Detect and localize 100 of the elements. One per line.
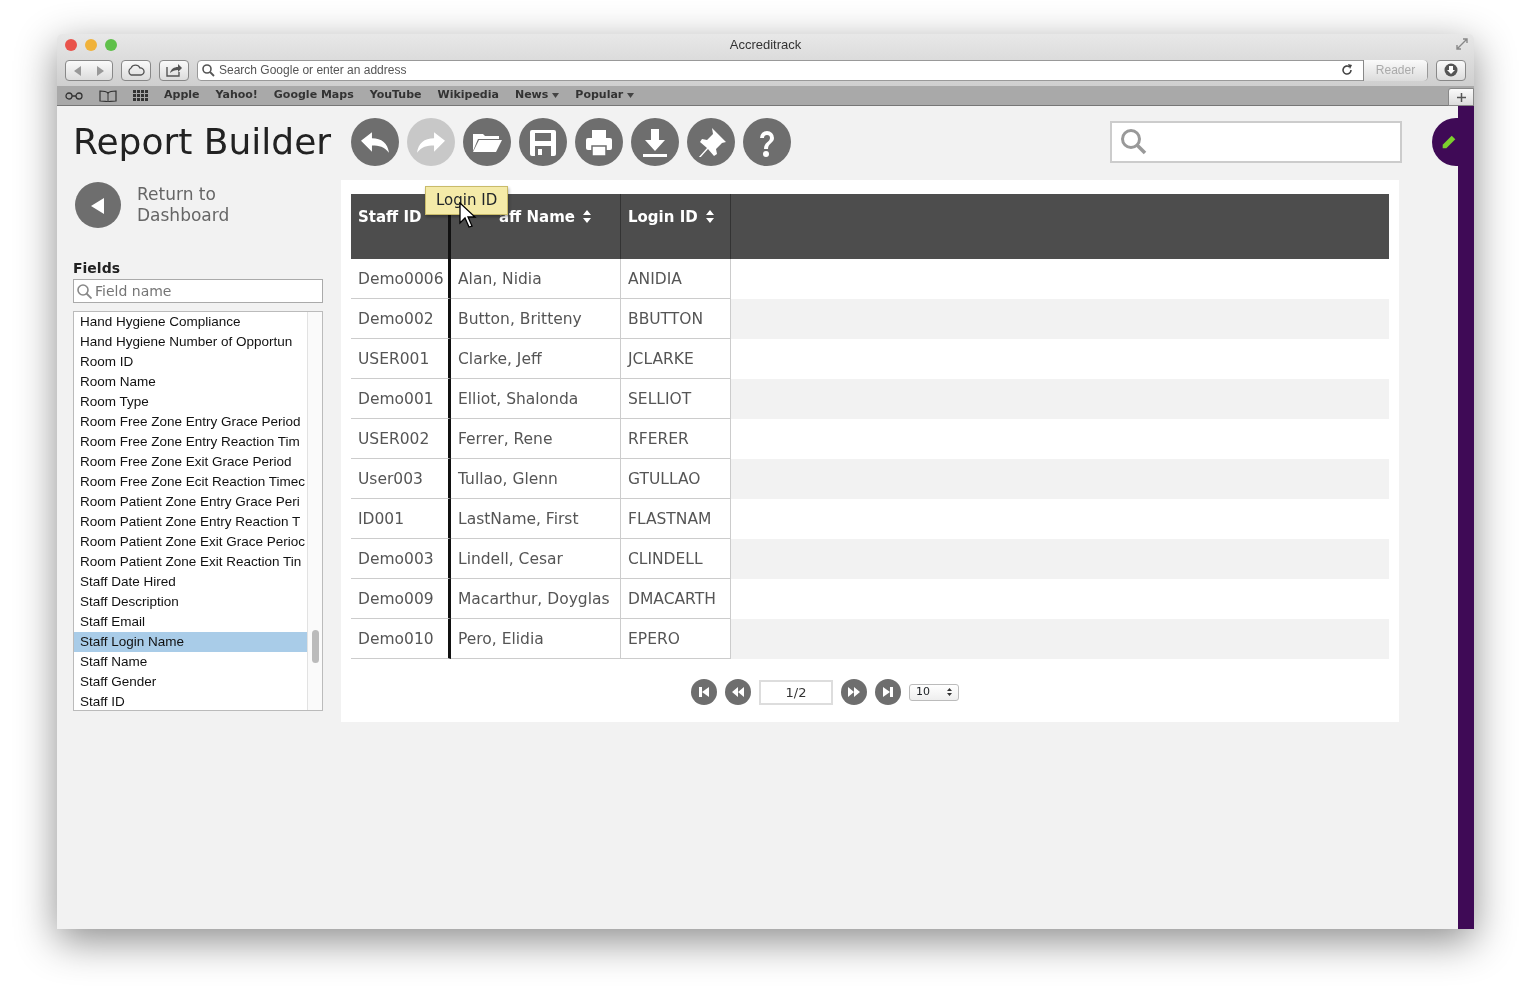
caret-icon [552, 93, 560, 98]
previous-page-button[interactable] [725, 679, 751, 705]
last-page-button[interactable] [875, 679, 901, 705]
fast-forward-icon [847, 685, 861, 699]
field-list-item[interactable]: Staff Name [74, 652, 307, 672]
undo-icon [361, 131, 390, 153]
table-cell: CLINDELL [621, 539, 731, 579]
search-icon [77, 284, 92, 299]
cloud-icon [126, 64, 146, 76]
bookmark-menu[interactable]: News [514, 87, 560, 104]
field-list-item[interactable]: Room Patient Zone Entry Grace Peri [74, 492, 307, 512]
table-cell: Demo001 [351, 379, 451, 419]
table-cell: Elliot, Shalonda [451, 379, 621, 419]
print-button[interactable] [575, 118, 624, 166]
table-cell: User003 [351, 459, 451, 499]
new-tab-button[interactable] [1448, 88, 1474, 106]
field-list-item[interactable]: Room Free Zone Exit Grace Period [74, 452, 307, 472]
left-triangle-icon [90, 196, 106, 215]
field-list-item[interactable]: Room Type [74, 392, 307, 412]
field-list-item[interactable]: Hand Hygiene Number of Opportun [74, 332, 307, 352]
table-cell: Lindell, Cesar [451, 539, 621, 579]
page-field[interactable]: 1/2 [759, 679, 833, 705]
last-page-icon [881, 685, 895, 699]
back-button[interactable] [75, 182, 121, 228]
field-list-item[interactable]: Room Patient Zone Entry Reaction T [74, 512, 307, 532]
bookmark-link[interactable]: YouTube [369, 87, 422, 104]
bookmark-link[interactable]: Apple [164, 87, 200, 104]
field-list-item[interactable]: Staff Email [74, 612, 307, 632]
field-list-item[interactable]: Staff Description [74, 592, 307, 612]
open-button[interactable] [463, 118, 512, 166]
table-cell: LastName, First [451, 499, 621, 539]
downloads-button[interactable] [1436, 59, 1466, 81]
field-list-item[interactable]: Room Free Zone Entry Reaction Tim [74, 432, 307, 452]
download-button[interactable] [631, 118, 680, 166]
page-title: Report Builder [73, 124, 332, 160]
window-control-button[interactable] [65, 39, 77, 51]
first-page-button[interactable] [691, 679, 717, 705]
window-title: Accreditrack [729, 36, 802, 55]
help-button[interactable] [743, 118, 792, 166]
table-cell: Demo003 [351, 539, 451, 579]
field-search[interactable]: Field name [73, 279, 323, 303]
bookmark-link[interactable]: Google Maps [273, 87, 354, 104]
field-list-item[interactable]: Room Patient Zone Exit Reaction Tin [74, 552, 307, 572]
table-cell: JCLARKE [621, 339, 731, 379]
search-field[interactable] [1110, 121, 1402, 163]
download-icon [1444, 63, 1458, 77]
return-link[interactable]: Return to Dashboard [137, 184, 237, 226]
table-cell: Demo009 [351, 579, 451, 619]
fullscreen-icon[interactable] [1456, 38, 1468, 50]
table-cell: ID001 [351, 499, 451, 539]
table-cell: RFERER [621, 419, 731, 459]
edit-button[interactable] [1432, 118, 1458, 166]
table-cell: Alan, Nidia [451, 259, 621, 299]
search-icon [1120, 128, 1148, 156]
address-placeholder: Search Google or enter an address [219, 62, 408, 79]
save-button[interactable] [519, 118, 568, 166]
field-list-item[interactable]: Room Free Zone Ecit Reaction Timec [74, 472, 307, 492]
field-list-item[interactable]: Hand Hygiene Compliance [74, 312, 307, 332]
table-cell: GTULLAO [621, 459, 731, 499]
pin-button[interactable] [687, 118, 736, 166]
address-field[interactable]: Search Google or enter an address Reader [197, 59, 1428, 81]
page-size-select[interactable]: 10 [909, 683, 959, 701]
share-button[interactable] [159, 59, 189, 81]
field-list-item[interactable]: Room Name [74, 372, 307, 392]
field-list-item[interactable]: Room Patient Zone Exit Grace Perioc [74, 532, 307, 552]
reload-icon[interactable] [1341, 64, 1353, 76]
table-cell: Demo0006 [351, 259, 451, 299]
table-cell: ANIDIA [621, 259, 731, 299]
bookmark-menu[interactable]: Popular [575, 87, 635, 104]
table-cell: USER002 [351, 419, 451, 459]
top-sites-icon[interactable] [133, 90, 148, 101]
table-cell: DMACARTH [621, 579, 731, 619]
icloud-button[interactable] [121, 59, 151, 81]
pushpin-icon [696, 127, 727, 157]
bookmark-link[interactable]: Wikipedia [437, 87, 499, 104]
scrollbar-thumb[interactable] [312, 630, 319, 663]
field-list-item[interactable]: Room ID [74, 352, 307, 372]
fields-heading: Fields [73, 259, 121, 278]
reading-list-icon[interactable] [65, 90, 83, 101]
plus-icon [1456, 92, 1466, 102]
bookmarks-icon[interactable] [99, 89, 117, 102]
next-page-button[interactable] [841, 679, 867, 705]
table-cell: Button, Britteny [451, 299, 621, 339]
first-page-icon [697, 685, 711, 699]
sort-icon[interactable] [583, 210, 591, 223]
table-cell: Clarke, Jeff [451, 339, 621, 379]
field-list-item[interactable]: Room Free Zone Entry Grace Period [74, 412, 307, 432]
share-icon [166, 63, 182, 77]
redo-icon [417, 131, 446, 153]
sort-icon[interactable] [705, 210, 714, 223]
table-cell: SELLIOT [621, 379, 731, 419]
undo-button[interactable] [351, 118, 400, 166]
bookmark-link[interactable]: Yahoo! [215, 87, 258, 104]
field-list-item[interactable]: Staff ID [74, 692, 307, 710]
field-list-item[interactable]: Staff Date Hired [74, 572, 307, 592]
search-icon [202, 63, 215, 77]
drag-tooltip: Login ID [425, 186, 509, 215]
field-list-item[interactable]: Staff Login Name [74, 632, 307, 652]
field-list-item[interactable]: Staff Gender [74, 672, 307, 692]
table-cell: FLASTNAM [621, 499, 731, 539]
